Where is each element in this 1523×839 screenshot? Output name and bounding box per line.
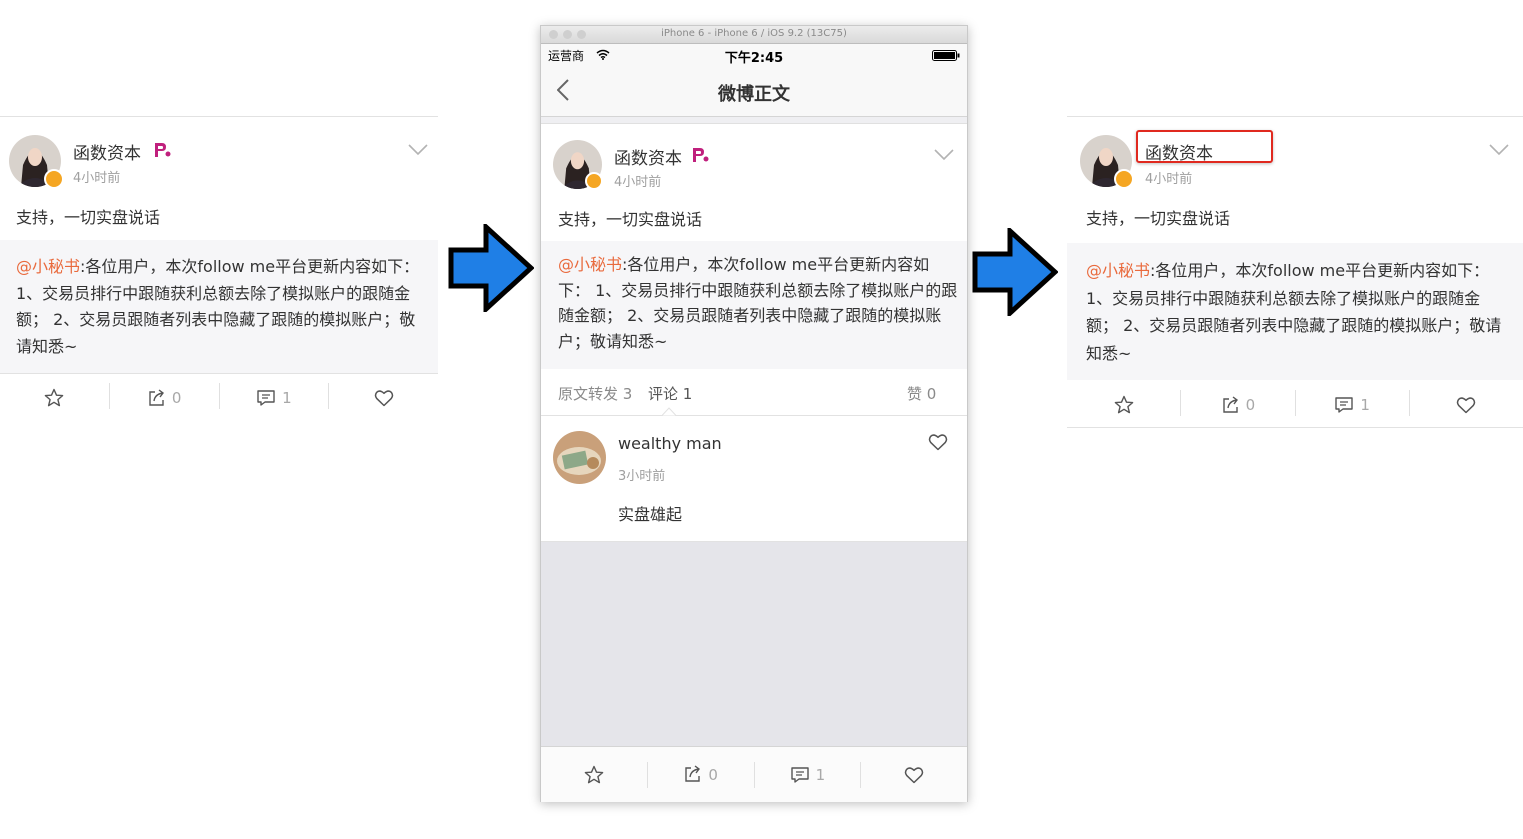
member-badge-icon — [154, 142, 172, 158]
detail-tabs: 原文转发 3 评论 1 赞 0 — [541, 370, 967, 416]
author-name[interactable]: 函数资本 — [614, 144, 682, 169]
post-time: 4小时前 — [1145, 172, 1193, 187]
like-button[interactable] — [861, 766, 967, 784]
simulator-titlebar: iPhone 6 - iPhone 6 / iOS 9.2 (13C75) — [541, 26, 967, 44]
favorite-button[interactable] — [541, 765, 647, 785]
share-count: 0 — [708, 765, 718, 784]
like-button[interactable] — [329, 383, 438, 413]
actions-divider — [0, 373, 438, 374]
post-text: 支持，一切实盘说话 — [1086, 209, 1231, 228]
star-icon — [45, 388, 64, 407]
bottom-toolbar: 0 1 — [541, 746, 967, 802]
mention-link[interactable]: @小秘书 — [16, 257, 80, 276]
share-icon — [685, 765, 701, 782]
author-name[interactable]: 函数资本 — [1145, 139, 1213, 164]
right-arrow-icon — [972, 228, 1058, 316]
chevron-down-icon[interactable] — [934, 149, 954, 161]
comment-icon — [790, 766, 809, 783]
nav-bar: 微博正文 — [541, 66, 967, 117]
comment-button[interactable]: 1 — [1296, 390, 1409, 420]
right-arrow-icon — [448, 224, 534, 312]
bottom-divider — [1067, 427, 1523, 428]
author-name[interactable]: 函数资本 — [73, 139, 141, 164]
top-divider — [0, 116, 438, 117]
mention-link[interactable]: @小秘书 — [558, 255, 622, 274]
left-panel: 函数资本 4小时前 支持，一切实盘说话 @小秘书:各位用户，本次follow m… — [0, 0, 438, 420]
comment-icon — [1335, 397, 1354, 413]
repost-box[interactable]: @小秘书:各位用户，本次follow me平台更新内容如下： 1、交易员排行中跟… — [0, 240, 438, 373]
comment-button[interactable]: 1 — [220, 383, 329, 413]
clock: 下午2:45 — [724, 51, 784, 66]
share-count: 0 — [171, 389, 182, 407]
heart-icon — [904, 766, 924, 783]
repost-content: @小秘书:各位用户，本次follow me平台更新内容如下： 1、交易员排行中跟… — [16, 254, 426, 360]
empty-area — [541, 542, 967, 746]
like-button[interactable] — [1410, 390, 1523, 420]
heart-icon — [1457, 397, 1476, 414]
repost-content: @小秘书:各位用户，本次follow me平台更新内容如下： 1、交易员排行中跟… — [558, 252, 958, 354]
verified-badge-icon — [585, 172, 603, 190]
repost-box[interactable]: @小秘书:各位用户，本次follow me平台更新内容如下： 1、交易员排行中跟… — [541, 241, 967, 369]
action-bar: 0 1 — [1067, 390, 1523, 420]
comment-item: wealthy man 3小时前 实盘雄起 — [541, 416, 967, 542]
post-time: 4小时前 — [73, 171, 121, 186]
comment-text: 实盘雄起 — [618, 505, 683, 524]
favorite-button[interactable] — [1067, 390, 1180, 420]
action-bar: 0 1 — [0, 383, 438, 413]
comment-count: 1 — [815, 765, 826, 784]
comment-like-icon[interactable] — [928, 433, 948, 451]
status-bar: 运营商 下午2:45 — [541, 44, 967, 66]
comment-time: 3小时前 — [618, 469, 666, 484]
verified-badge-icon — [44, 169, 64, 189]
chevron-down-icon[interactable] — [408, 144, 428, 156]
member-badge-icon — [692, 147, 710, 163]
top-divider — [1067, 116, 1523, 117]
repost-box[interactable]: @小秘书:各位用户，本次follow me平台更新内容如下： 1、交易员排行中跟… — [1067, 243, 1523, 380]
battery-icon — [932, 50, 960, 61]
post-text: 支持，一切实盘说话 — [558, 210, 703, 229]
comment-icon — [257, 390, 275, 406]
tab-likes[interactable]: 赞 0 — [907, 383, 936, 404]
nav-title: 微博正文 — [718, 84, 790, 105]
share-icon — [1222, 395, 1238, 413]
post-text: 支持，一切实盘说话 — [16, 208, 161, 227]
tab-repost[interactable]: 原文转发 3 — [558, 383, 632, 404]
commenter-avatar[interactable] — [553, 431, 606, 484]
share-button[interactable]: 0 — [648, 765, 754, 784]
phone-simulator: iPhone 6 - iPhone 6 / iOS 9.2 (13C75) 运营… — [540, 25, 968, 802]
share-icon — [149, 388, 164, 406]
share-button[interactable]: 0 — [110, 383, 219, 413]
active-tab-indicator-icon — [662, 407, 676, 416]
right-panel: 函数资本 4小时前 支持，一切实盘说话 @小秘书:各位用户，本次follow m… — [1067, 0, 1523, 430]
star-icon — [1114, 395, 1133, 414]
favorite-button[interactable] — [0, 383, 109, 413]
commenter-name[interactable]: wealthy man — [618, 434, 722, 453]
share-count: 0 — [1245, 396, 1256, 414]
comment-button[interactable]: 1 — [755, 766, 861, 784]
chevron-down-icon[interactable] — [1489, 144, 1509, 156]
repost-content: @小秘书:各位用户，本次follow me平台更新内容如下： 1、交易员排行中跟… — [1086, 257, 1512, 367]
star-icon — [584, 765, 604, 783]
heart-icon — [374, 390, 393, 407]
verified-badge-icon — [1114, 169, 1134, 189]
nav-gap — [541, 117, 967, 124]
window-title: iPhone 6 - iPhone 6 / iOS 9.2 (13C75) — [661, 28, 847, 39]
post-time: 4小时前 — [614, 175, 662, 190]
comment-count: 1 — [1360, 396, 1370, 414]
share-button[interactable]: 0 — [1181, 390, 1294, 420]
tab-comments[interactable]: 评论 1 — [648, 383, 692, 404]
comment-count: 1 — [282, 389, 292, 407]
mention-link[interactable]: @小秘书 — [1086, 261, 1150, 280]
